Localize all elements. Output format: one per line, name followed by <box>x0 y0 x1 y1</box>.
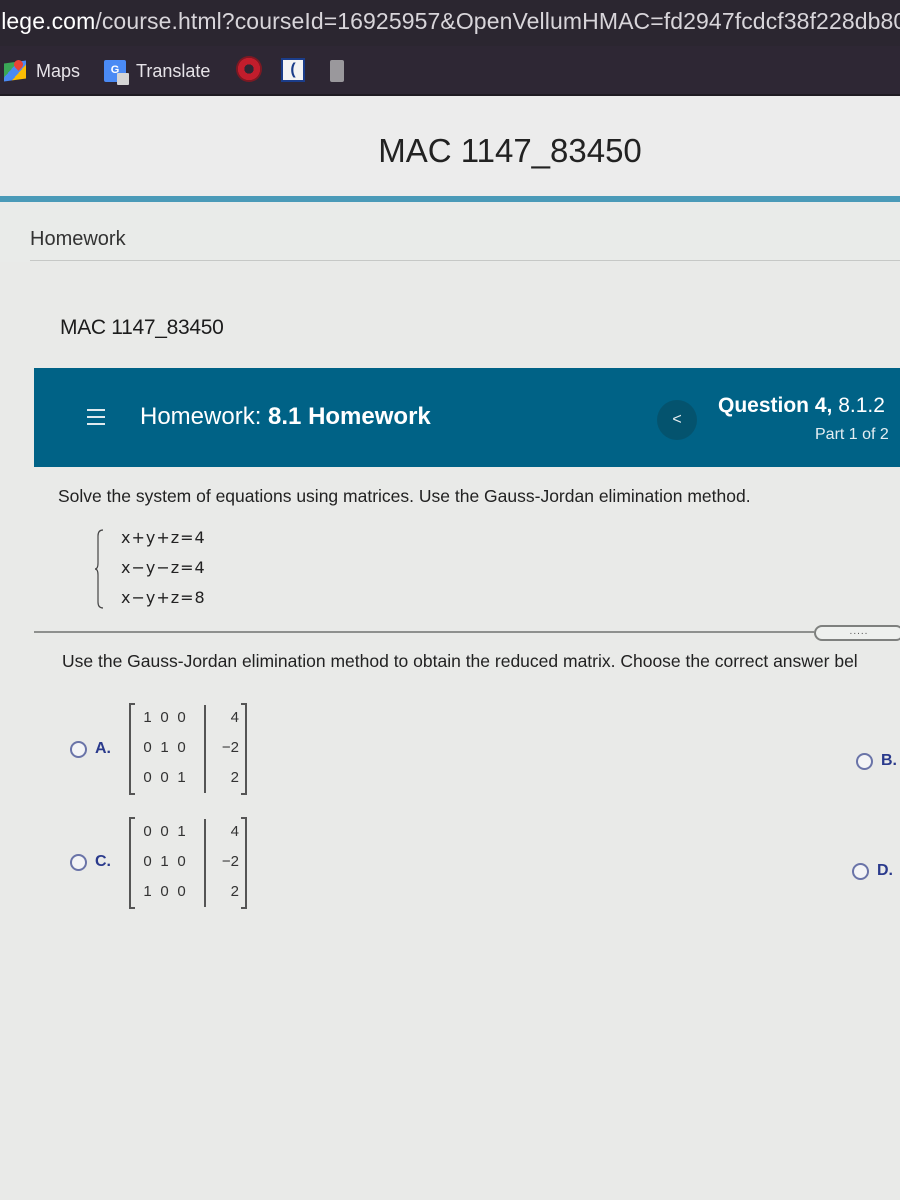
url-host: llege.com <box>0 8 96 34</box>
red-wheel-extension-icon[interactable] <box>236 56 262 82</box>
choice-a[interactable]: A. <box>70 740 111 758</box>
equation: x+y+z=4 <box>121 528 206 547</box>
question-instruction: Use the Gauss-Jordan elimination method … <box>62 651 858 671</box>
course-title: MAC 1147_83450 <box>378 132 642 169</box>
matrix-cell: 1 <box>143 709 156 726</box>
homework-title: Homework: 8.1 Homework <box>140 403 431 431</box>
blue-bracket-extension-icon[interactable]: ( <box>281 58 305 82</box>
matrix-cell: 0 <box>160 769 173 786</box>
matrix-cell: 0 <box>177 883 190 900</box>
matrix-cell: 1 <box>177 823 190 840</box>
matrix-cell: 0 <box>143 853 156 870</box>
augmented-cell: −2 <box>221 739 239 756</box>
augmented-cell: 2 <box>230 769 239 786</box>
augmented-matrix-a: 1004 0 1 0 −2 0012 <box>129 703 247 795</box>
course-banner: MAC 1147_83450 <box>0 96 900 196</box>
choice-letter: B. <box>881 752 897 769</box>
left-bracket <box>129 817 135 909</box>
google-maps-icon <box>4 60 26 82</box>
homework-title-prefix: Homework: <box>140 403 269 430</box>
choice-c[interactable]: C. <box>70 853 111 871</box>
matrix-cell: 0 <box>160 709 173 726</box>
augmented-cell: 4 <box>230 709 239 726</box>
matrix-cell: 0 <box>143 823 156 840</box>
right-bracket <box>241 817 247 909</box>
augment-bar <box>204 819 206 907</box>
homework-header: Homework: 8.1 Homework < Question 4, 8.1… <box>34 368 900 467</box>
course-subtitle: MAC 1147_83450 <box>60 316 224 339</box>
radio-button-b[interactable] <box>856 752 873 770</box>
question-part: Part 1 of 2 <box>815 426 889 443</box>
right-bracket <box>241 703 247 795</box>
matrix-cell: 0 <box>143 769 156 786</box>
breadcrumb-divider <box>30 260 900 261</box>
previous-question-button[interactable]: < <box>657 400 697 440</box>
bookmark-maps[interactable]: Maps <box>4 60 80 82</box>
question-title: Question 4, 8.1.2 <box>718 394 885 418</box>
breadcrumb[interactable]: Homework <box>30 228 126 251</box>
question-number: Question 4, <box>718 394 833 417</box>
choice-letter: C. <box>95 853 111 870</box>
bookmark-label: Maps <box>36 60 81 81</box>
augmented-cell: −2 <box>221 853 239 870</box>
breadcrumb-bar: Homework <box>0 202 900 262</box>
matrix-cell: 1 <box>160 853 173 870</box>
augmented-matrix-c: 0014 0 1 0 −2 1002 <box>129 817 247 909</box>
equation: x−y+z=8 <box>121 588 206 607</box>
expand-more-button[interactable]: ..... <box>814 625 900 641</box>
homework-title-name: 8.1 Homework <box>268 403 431 430</box>
left-bracket <box>129 703 135 795</box>
bookmark-label: Translate <box>136 60 211 81</box>
equation: x−y−z=4 <box>121 558 206 577</box>
choice-d[interactable]: D. <box>852 862 893 880</box>
url-path: /course.html?courseId=16925957&OpenVellu… <box>95 8 900 34</box>
matrix-cell: 0 <box>160 883 173 900</box>
matrix-cell: 0 <box>177 853 190 870</box>
address-bar[interactable]: llege.com/course.html?courseId=16925957&… <box>0 0 900 46</box>
matrix-cell: 1 <box>160 739 173 756</box>
matrix-cell: 0 <box>177 709 190 726</box>
question-prompt: Solve the system of equations using matr… <box>58 486 751 506</box>
left-brace-icon <box>95 529 104 609</box>
matrix-cell: 0 <box>160 823 173 840</box>
section-divider <box>34 631 814 633</box>
chevron-left-icon: < <box>672 411 682 428</box>
matrix-cell: 1 <box>143 883 156 900</box>
equation-system: x+y+z=4 x−y−z=4 x−y+z=8 <box>95 528 235 610</box>
radio-button-a[interactable] <box>70 740 87 758</box>
bookmark-translate[interactable]: G Translate <box>104 60 211 85</box>
choice-letter: D. <box>877 862 893 879</box>
augment-bar <box>204 705 206 793</box>
url-text[interactable]: llege.com/course.html?courseId=16925957&… <box>0 8 900 35</box>
choice-letter: A. <box>95 740 111 757</box>
choice-b[interactable]: B. <box>856 752 897 770</box>
augmented-cell: 4 <box>230 823 239 840</box>
bookmarks-bar: Maps G Translate <box>0 46 900 96</box>
matrix-cell: 0 <box>143 739 156 756</box>
radio-button-d[interactable] <box>852 862 869 880</box>
question-id: 8.1.2 <box>832 394 885 417</box>
gray-bookmark-icon[interactable] <box>330 60 344 82</box>
matrix-cell: 0 <box>177 739 190 756</box>
matrix-cell: 1 <box>177 769 190 786</box>
menu-icon[interactable] <box>87 409 105 425</box>
augmented-cell: 2 <box>230 883 239 900</box>
google-translate-icon: G <box>104 60 129 85</box>
radio-button-c[interactable] <box>70 853 87 871</box>
